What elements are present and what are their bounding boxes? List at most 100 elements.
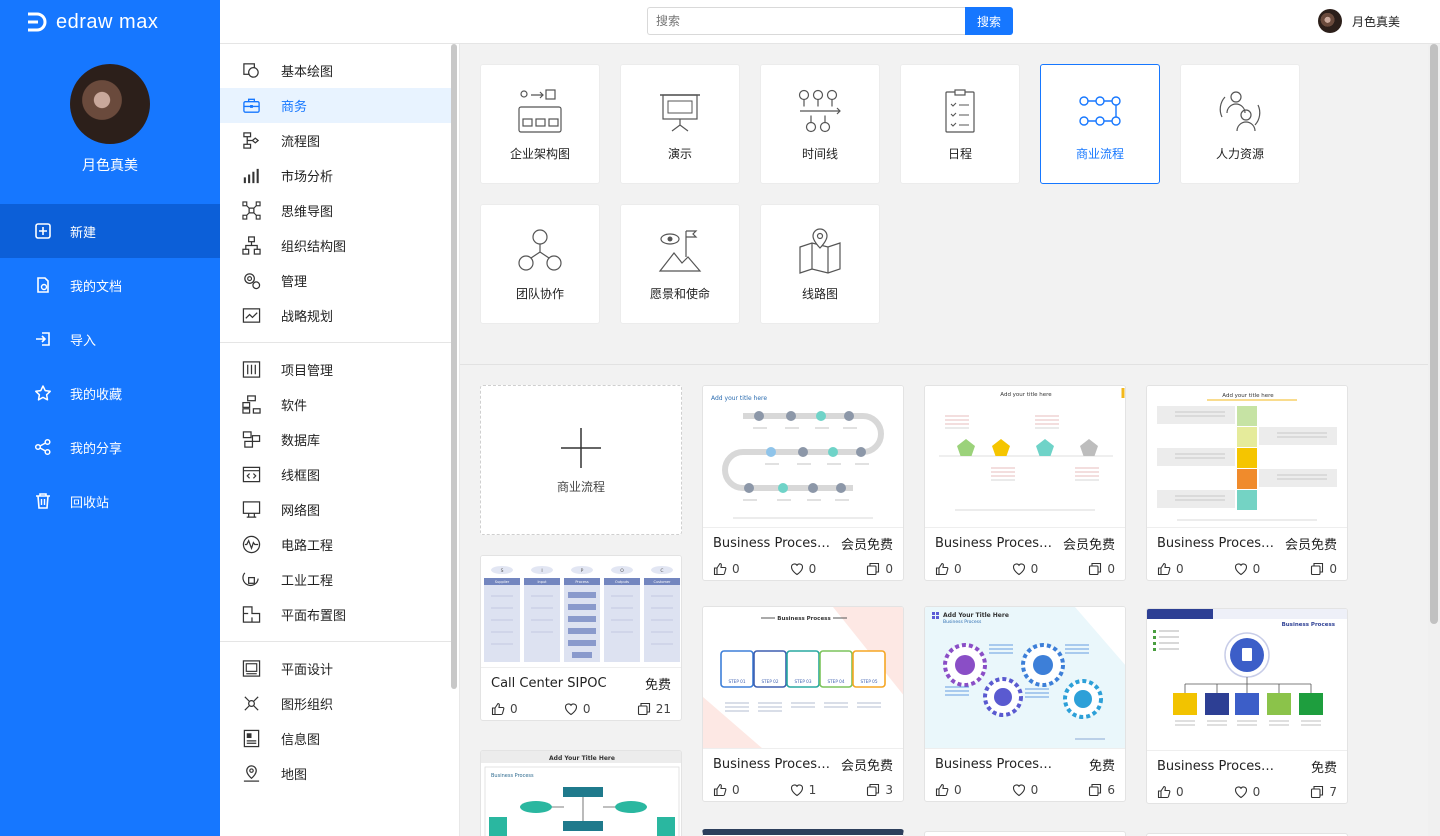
subcategory-timeline[interactable]: 时间线 <box>760 64 880 184</box>
heart-icon <box>790 784 803 797</box>
like-stat[interactable]: 0 <box>1157 785 1184 799</box>
category-map[interactable]: 地图 <box>220 756 451 791</box>
like-stat[interactable]: 0 <box>713 783 740 797</box>
numbered-column-diagram: Add your title here <box>1157 393 1337 521</box>
category-floor-plan[interactable]: 平面布置图 <box>220 597 451 632</box>
nav-item-favorites[interactable]: 我的收藏 <box>0 366 220 420</box>
template-card-partial[interactable]: Add Your Title Here Business Process <box>480 750 682 836</box>
subcategory-vision-mission[interactable]: 愿景和使命 <box>620 204 740 324</box>
flow-diagram-thumbnail: Add Your Title Here Business Process <box>481 751 681 836</box>
copy-count: 0 <box>1329 562 1337 576</box>
copy-stat[interactable]: 0 <box>1310 562 1337 576</box>
process-path-diagram: Add your title here <box>711 395 884 519</box>
category-label: 图形组织 <box>281 698 334 713</box>
avatar[interactable] <box>70 64 150 144</box>
nav-item-label: 导入 <box>70 333 97 349</box>
nav-item-label: 回收站 <box>70 495 110 511</box>
template-card[interactable]: Add your title here Business Process... 会… <box>702 385 904 581</box>
copy-stat[interactable]: 7 <box>1310 785 1337 799</box>
like-stat[interactable]: 0 <box>935 783 962 797</box>
category-basic-drawing[interactable]: 基本绘图 <box>220 53 451 88</box>
favorite-stat[interactable]: 0 <box>1012 562 1038 576</box>
category-org-chart[interactable]: 组织结构图 <box>220 228 451 263</box>
template-card[interactable]: Add your title here Business Process... 会… <box>1146 385 1348 581</box>
subcategory-enterprise-architecture[interactable]: 企业架构图 <box>480 64 600 184</box>
category-network[interactable]: 网络图 <box>220 492 451 527</box>
copy-stat[interactable]: 6 <box>1088 783 1115 797</box>
like-stat[interactable]: 0 <box>491 702 518 716</box>
thumb-title: Add Your Title Here <box>943 612 1009 619</box>
gears-diagram: Add Your Title Here Business Process <box>925 607 1125 748</box>
category-graphic-design[interactable]: 平面设计 <box>220 651 451 686</box>
brand-logo[interactable]: edraw max <box>24 10 158 34</box>
category-market-analysis[interactable]: 市场分析 <box>220 158 451 193</box>
subcategory-presentation[interactable]: 演示 <box>620 64 740 184</box>
category-software[interactable]: 软件 <box>220 387 451 422</box>
favorite-stat[interactable]: 1 <box>790 783 816 797</box>
favorite-stat[interactable]: 0 <box>1234 785 1260 799</box>
category-graphic-organizer[interactable]: 图形组织 <box>220 686 451 721</box>
copy-count: 0 <box>885 562 893 576</box>
copy-stat[interactable]: 3 <box>866 783 893 797</box>
template-card-partial[interactable] <box>924 831 1126 836</box>
step-label: STEP 02 <box>761 679 778 684</box>
category-circuit[interactable]: 电路工程 <box>220 527 451 562</box>
subcategory-human-resources[interactable]: 人力资源 <box>1180 64 1300 184</box>
like-stat[interactable]: 0 <box>713 562 740 576</box>
nav-item-trash[interactable]: 回收站 <box>0 474 220 528</box>
network-icon <box>242 501 261 518</box>
template-card[interactable]: Business Process Business Process-5 免费 0 … <box>1146 608 1348 804</box>
favorite-stat[interactable]: 0 <box>790 562 816 576</box>
category-label: 流程图 <box>281 135 321 150</box>
subcategory-schedule[interactable]: 日程 <box>900 64 1020 184</box>
subcategory-route-map[interactable]: 线路图 <box>760 204 880 324</box>
category-infographic[interactable]: 信息图 <box>220 721 451 756</box>
template-card[interactable]: S I P O C Supplier Input Process Outputs… <box>480 555 682 721</box>
copy-stat[interactable]: 0 <box>866 562 893 576</box>
template-title-row: Business Process... 会员免费 <box>1147 528 1347 558</box>
category-label: 信息图 <box>281 733 321 748</box>
template-title: Business Process... <box>1157 535 1277 551</box>
category-business[interactable]: 商务 <box>220 88 451 123</box>
hierarchy-diagram: Business Process <box>1147 609 1347 726</box>
template-card[interactable]: Business Process STEP 01 STEP 02 STEP 03… <box>702 606 904 802</box>
user-menu[interactable]: 月色真美 <box>1318 9 1400 33</box>
category-mind-map[interactable]: 思维导图 <box>220 193 451 228</box>
subcategory-teamwork[interactable]: 团队协作 <box>480 204 600 324</box>
copy-stat[interactable]: 0 <box>1088 562 1115 576</box>
category-flowchart[interactable]: 流程图 <box>220 123 451 158</box>
nav-item-my-documents[interactable]: 我的文档 <box>0 258 220 312</box>
thumb-subtitle: Business Process <box>943 619 982 625</box>
favorite-stat[interactable]: 0 <box>564 702 591 716</box>
template-card-partial[interactable] <box>702 829 904 836</box>
main-scrollbar-thumb[interactable] <box>1430 44 1438 624</box>
copy-stat[interactable]: 21 <box>637 702 671 716</box>
template-card[interactable]: Add Your Title Here Business Process Bus… <box>924 606 1126 802</box>
category-database[interactable]: 数据库 <box>220 422 451 457</box>
business-process-icon <box>1079 95 1121 126</box>
category-wireframe[interactable]: 线框图 <box>220 457 451 492</box>
favorite-stat[interactable]: 0 <box>1234 562 1260 576</box>
template-stats: 0 0 0 <box>925 558 1125 580</box>
nav-item-my-shares[interactable]: 我的分享 <box>0 420 220 474</box>
category-scrollbar[interactable] <box>451 44 457 689</box>
like-stat[interactable]: 0 <box>1157 562 1184 576</box>
strategy-icon <box>242 308 261 323</box>
favorite-stat[interactable]: 0 <box>1012 783 1038 797</box>
category-industrial[interactable]: 工业工程 <box>220 562 451 597</box>
search-input[interactable] <box>647 7 965 35</box>
category-project-management[interactable]: 项目管理 <box>220 352 451 387</box>
category-strategy[interactable]: 战略规划 <box>220 298 451 333</box>
subcategory-business-process[interactable]: 商业流程 <box>1040 64 1160 184</box>
category-management[interactable]: 管理 <box>220 263 451 298</box>
category-label: 工业工程 <box>281 574 334 589</box>
nav-item-new[interactable]: 新建 <box>0 204 220 258</box>
thumbs-up-icon <box>935 562 949 576</box>
search-button[interactable]: 搜索 <box>965 7 1013 35</box>
schedule-icon <box>945 88 975 133</box>
new-blank-card[interactable]: 商业流程 <box>480 385 682 535</box>
nav-item-import[interactable]: 导入 <box>0 312 220 366</box>
shapes-icon <box>243 63 259 78</box>
template-card[interactable]: Add your title here Business Process... 会… <box>924 385 1126 581</box>
like-stat[interactable]: 0 <box>935 562 962 576</box>
